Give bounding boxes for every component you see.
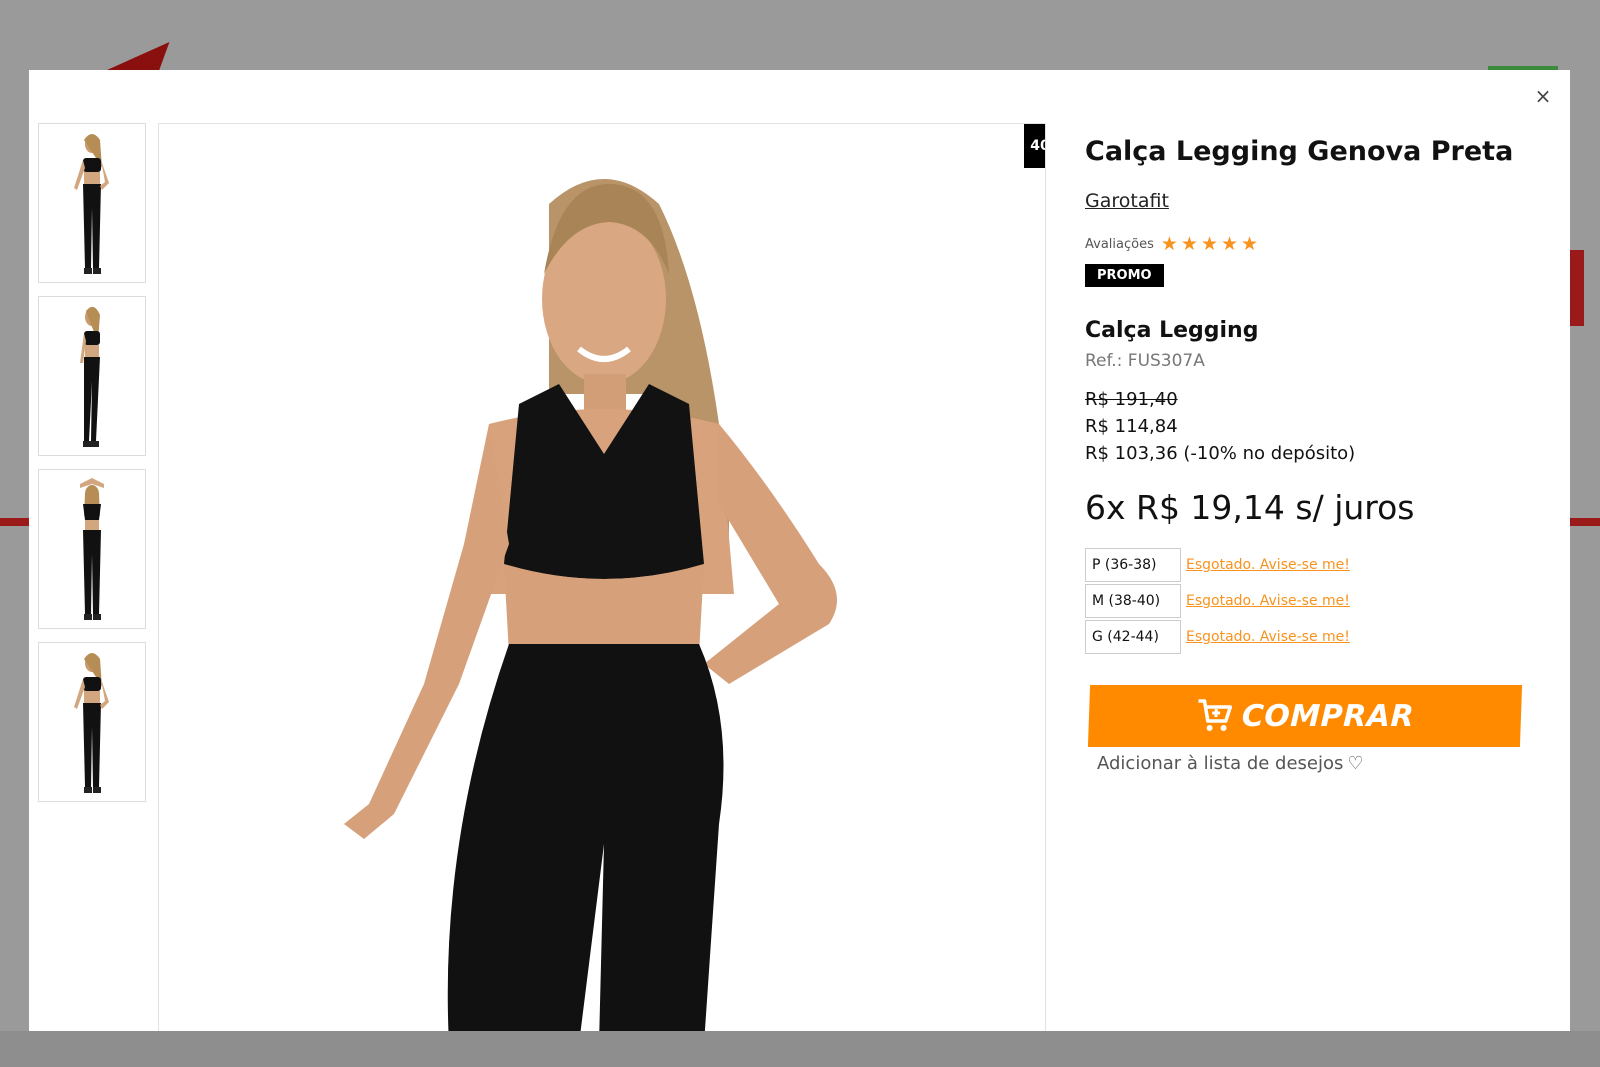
- reviews[interactable]: Avaliações ★ ★ ★ ★ ★: [1085, 235, 1261, 254]
- size-options: P (36-38) Esgotado. Avise-se me! M (38-4…: [1085, 548, 1350, 656]
- model-figure-icon: [74, 653, 109, 793]
- thumbnail-side[interactable]: [38, 296, 146, 456]
- promo-badge: PROMO: [1085, 264, 1164, 287]
- product-info-panel: Calça Legging Genova Preta Garotafit Ava…: [1085, 70, 1545, 1031]
- buy-button[interactable]: COMPRAR: [1087, 685, 1523, 747]
- product-quickview-modal: × 4 Calça Legging Genova Preta Garotafit…: [29, 70, 1570, 1031]
- background-stripe-right: [1570, 518, 1600, 526]
- model-figure-icon: [80, 306, 100, 447]
- model-photo: [344, 179, 837, 1031]
- star-icon: ★: [1221, 233, 1239, 255]
- size-option-m[interactable]: M (38-40): [1085, 584, 1181, 618]
- notify-me-link[interactable]: Esgotado. Avise-se me!: [1186, 629, 1350, 645]
- thumbnail-front[interactable]: [38, 123, 146, 283]
- star-icon: ★: [1160, 233, 1178, 255]
- background-logo: [102, 42, 170, 72]
- size-row: G (42-44) Esgotado. Avise-se me!: [1085, 620, 1350, 654]
- background-stripe-left: [0, 518, 29, 526]
- product-subtitle: Calça Legging: [1085, 318, 1259, 343]
- notify-me-link[interactable]: Esgotado. Avise-se me!: [1186, 557, 1350, 573]
- wishlist-link[interactable]: Adicionar à lista de desejos ♡: [1097, 753, 1364, 774]
- price-old: R$ 191,40: [1085, 389, 1178, 410]
- price-deposit: R$ 103,36 (-10% no depósito): [1085, 443, 1356, 464]
- background-footer: [0, 1031, 1600, 1067]
- reviews-label: Avaliações: [1085, 237, 1154, 252]
- main-product-image[interactable]: 40%: [158, 123, 1046, 1031]
- model-figure-icon: [80, 478, 104, 620]
- discount-badge: 40%: [1024, 124, 1045, 168]
- brand-link[interactable]: Garotafit: [1085, 190, 1169, 212]
- size-row: M (38-40) Esgotado. Avise-se me!: [1085, 584, 1350, 618]
- notify-me-link[interactable]: Esgotado. Avise-se me!: [1186, 593, 1350, 609]
- star-icon: ★: [1200, 233, 1218, 255]
- heart-icon: ♡: [1347, 753, 1364, 774]
- price-current: R$ 114,84: [1085, 416, 1178, 437]
- buy-button-label: COMPRAR: [1241, 698, 1415, 734]
- background-banner: [1570, 250, 1584, 326]
- product-title: Calça Legging Genova Preta: [1085, 136, 1514, 167]
- cart-icon: [1198, 699, 1232, 731]
- thumbnail-front-2[interactable]: [38, 642, 146, 802]
- model-figure-icon: [74, 134, 109, 274]
- wishlist-label: Adicionar à lista de desejos: [1097, 753, 1344, 774]
- product-ref: Ref.: FUS307A: [1085, 351, 1205, 371]
- thumbnail-list: [38, 123, 146, 815]
- size-option-g[interactable]: G (42-44): [1085, 620, 1181, 654]
- thumbnail-back[interactable]: [38, 469, 146, 629]
- size-option-p[interactable]: P (36-38): [1085, 548, 1181, 582]
- installments: 6x R$ 19,14 s/ juros: [1085, 488, 1415, 527]
- size-row: P (36-38) Esgotado. Avise-se me!: [1085, 548, 1350, 582]
- star-icon: ★: [1241, 233, 1259, 255]
- star-icon: ★: [1180, 233, 1198, 255]
